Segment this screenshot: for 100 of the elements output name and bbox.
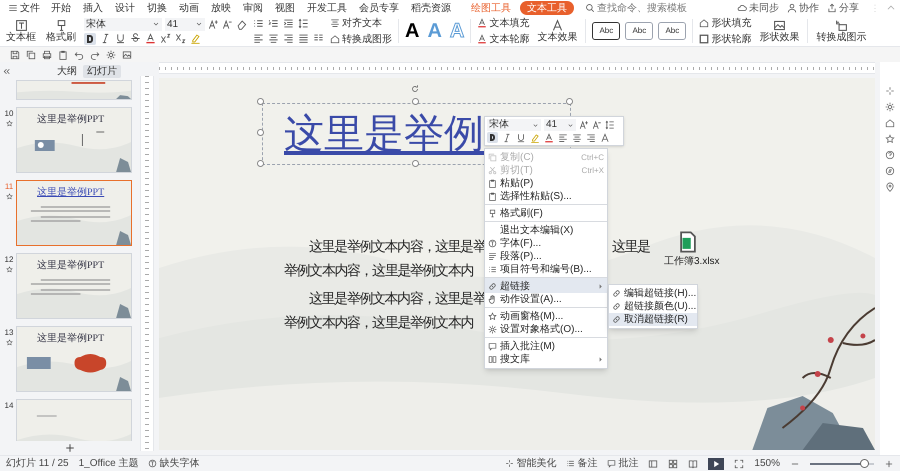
numbered-list-icon[interactable] (268, 18, 279, 29)
increase-font-icon[interactable] (579, 120, 589, 130)
menu-tab[interactable]: 插入 (78, 1, 108, 15)
slider-thumb[interactable] (860, 458, 870, 468)
menu-item[interactable]: 字体(F)... (485, 237, 607, 250)
menu-item[interactable]: 段落(P)... (485, 250, 607, 263)
comments-button[interactable]: 批注 (607, 456, 638, 471)
rotate-icon[interactable] (410, 84, 420, 94)
font-size-dropdown[interactable]: 41 (544, 119, 576, 131)
save-icon[interactable] (10, 50, 20, 60)
font-dropdown[interactable]: 宋体 (487, 119, 541, 131)
shape-fill-button[interactable]: 形状填充 (699, 16, 752, 30)
shape-style[interactable]: Abc (658, 22, 686, 40)
menu-item[interactable]: 插入批注(M) (485, 337, 607, 353)
shape-icon[interactable] (885, 118, 895, 128)
redo-icon[interactable] (90, 50, 100, 60)
shape-style[interactable]: Abc (592, 22, 620, 40)
strikethrough-icon[interactable] (130, 33, 141, 44)
menu-item[interactable]: 超链接颜色(U)... (609, 300, 697, 313)
gear-icon[interactable] (106, 50, 116, 60)
text-fill-button[interactable]: 文本填充 (477, 16, 530, 30)
menu-item[interactable]: 动作设置(A)... (485, 293, 607, 306)
zoom-in-icon[interactable] (884, 458, 894, 468)
line-spacing-icon[interactable] (605, 120, 615, 130)
panel-tab[interactable]: 大纲 (53, 64, 81, 78)
justify-icon[interactable] (298, 33, 309, 44)
slide-title[interactable]: 这里是举例 (284, 110, 484, 158)
grid-view-icon[interactable] (668, 458, 678, 468)
picture-icon[interactable] (122, 50, 132, 60)
underline-icon[interactable] (516, 132, 526, 142)
account-button[interactable]: 协作 (784, 0, 822, 16)
shape-style[interactable]: Abc (625, 22, 654, 40)
shape-effect-button[interactable]: 形状效果 (757, 16, 802, 46)
italic-icon[interactable] (502, 132, 512, 142)
compass-icon[interactable] (885, 166, 895, 176)
menu-tab[interactable]: 开发工具 (302, 1, 352, 15)
align-right-icon[interactable] (283, 33, 294, 44)
text-outline-button[interactable]: 文本轮廓 (477, 32, 530, 46)
increase-font-icon[interactable] (208, 18, 219, 30)
menu-item[interactable]: 超链接 (485, 277, 607, 293)
menu-tab[interactable]: 放映 (206, 1, 236, 15)
menu-item[interactable]: 搜文库 (485, 353, 607, 366)
undo-icon[interactable] (74, 50, 84, 60)
file-label[interactable]: 工作簿3.xlsx (664, 256, 720, 268)
line-spacing-icon[interactable] (298, 18, 309, 29)
subscript-icon[interactable] (175, 33, 186, 44)
add-icon[interactable] (64, 442, 76, 454)
menu-item[interactable]: 粘贴(P) (485, 177, 607, 190)
sparkle-icon[interactable] (885, 86, 895, 96)
account-button[interactable]: 未同步 (734, 0, 782, 16)
align-left-icon[interactable] (558, 132, 568, 142)
fit-icon[interactable] (734, 458, 744, 468)
spreadsheet-file-icon[interactable] (677, 230, 699, 254)
menu-item[interactable]: 项目符号和编号(B)... (485, 263, 607, 276)
text-effect-button[interactable]: 文本效果 (535, 16, 580, 46)
menu-item[interactable]: 编辑超链接(H)... (609, 287, 697, 300)
menu-tab[interactable]: 开始 (46, 1, 76, 15)
menu-tab[interactable]: 切换 (142, 1, 172, 15)
play-button[interactable] (708, 458, 724, 470)
convert-shape-button[interactable]: 转换成图形 (330, 32, 392, 46)
align-left-icon[interactable] (253, 33, 264, 44)
underline-icon[interactable] (115, 33, 126, 44)
menu-item[interactable]: 格式刷(F) (485, 204, 607, 220)
wordart-style[interactable]: A (405, 20, 420, 42)
font-size-dropdown[interactable]: 41 (165, 18, 205, 30)
menu-tab[interactable]: 会员专享 (354, 1, 404, 15)
font-dropdown[interactable]: 宋体 (84, 18, 162, 30)
reading-view-icon[interactable] (688, 458, 698, 468)
menu-tab[interactable]: 设计 (110, 1, 140, 15)
indent-icon[interactable] (283, 18, 294, 29)
collapse-icon[interactable] (2, 66, 11, 76)
beautify-button[interactable]: 智能美化 (505, 456, 556, 471)
slide-thumbnail[interactable]: 这里是举例PPT (16, 107, 132, 173)
menu-item[interactable]: 动画窗格(M)... (485, 307, 607, 323)
bulleted-list-icon[interactable] (253, 18, 264, 29)
decrease-font-icon[interactable] (222, 18, 233, 30)
align-center-icon[interactable] (268, 33, 279, 44)
menu-item[interactable]: 取消超链接(R) (609, 313, 697, 326)
copy-icon[interactable] (26, 50, 36, 60)
text-style-icon[interactable] (600, 132, 610, 142)
search-field[interactable]: 查找命令、搜索模板 (582, 1, 700, 15)
menu-tab[interactable]: 动画 (174, 1, 204, 15)
superscript-icon[interactable] (160, 33, 171, 44)
panel-tab[interactable]: 幻灯片 (83, 64, 121, 78)
italic-icon[interactable] (100, 33, 111, 44)
menu-item[interactable]: 选择性粘贴(S)... (485, 190, 607, 203)
align-text-button[interactable]: 对齐文本 (330, 16, 392, 30)
decrease-font-icon[interactable] (592, 120, 602, 130)
gear-icon[interactable] (885, 102, 895, 112)
text-box-button[interactable]: 文本框 (4, 16, 38, 46)
normal-view-icon[interactable] (648, 458, 658, 468)
bold-button[interactable] (84, 32, 96, 44)
clipboard-icon[interactable] (58, 50, 68, 60)
slide-thumbnail[interactable]: 这里是举例PPT (16, 180, 132, 246)
menu-item[interactable]: 退出文本编辑(X) (485, 221, 607, 237)
format-painter-button[interactable]: 格式刷 (44, 16, 78, 46)
account-button[interactable]: 分享 (824, 0, 862, 16)
font-color-icon[interactable] (145, 33, 156, 44)
menu-tab[interactable]: 审阅 (238, 1, 268, 15)
menu-tab[interactable]: 视图 (270, 1, 300, 15)
